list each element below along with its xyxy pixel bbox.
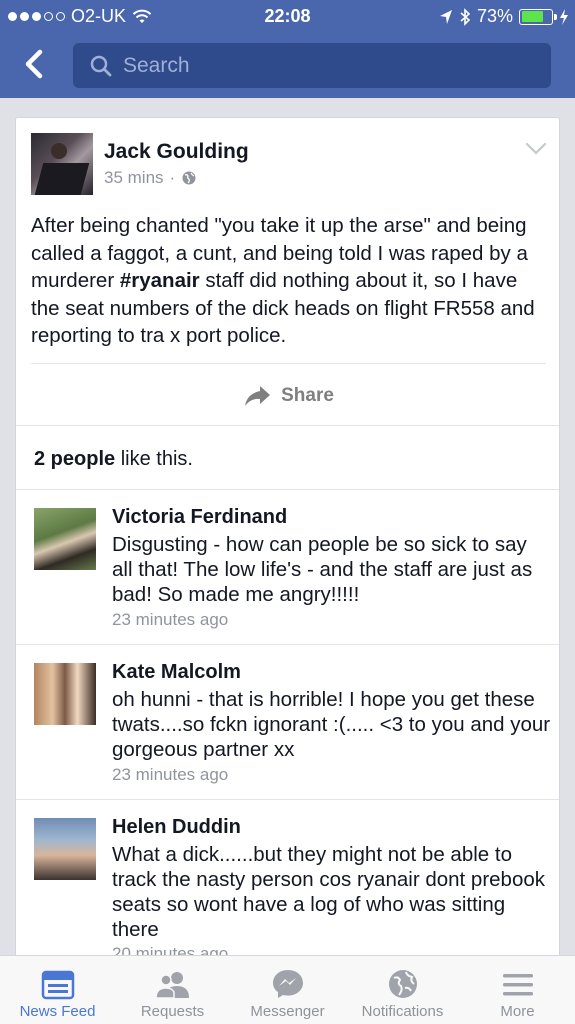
divider	[31, 363, 546, 364]
post-header	[31, 133, 93, 195]
post-card: Jack Goulding 35 mins · After being chan…	[15, 117, 560, 977]
meta-separator: ·	[169, 168, 176, 187]
post-meta: 35 mins ·	[104, 168, 197, 188]
tab-label: Messenger	[250, 1003, 325, 1020]
commenter-name[interactable]: Helen Duddin	[112, 816, 241, 839]
requests-icon	[154, 972, 189, 999]
notifications-icon	[388, 970, 417, 998]
top-header: O2-UK 22:08 73%	[0, 0, 575, 98]
search-bar[interactable]	[73, 43, 551, 88]
likes-suffix: like this.	[115, 448, 193, 470]
share-arrow-icon	[245, 386, 271, 406]
charging-icon	[560, 8, 568, 25]
tab-more[interactable]: More	[460, 956, 575, 1024]
post-body: After being chanted "you take it up the …	[31, 212, 551, 350]
commenter-avatar[interactable]	[34, 663, 96, 725]
nav-row	[0, 34, 575, 98]
back-chevron-icon[interactable]	[20, 46, 48, 82]
tab-label: Requests	[140, 1003, 205, 1020]
likes-count: 2 people	[34, 448, 116, 470]
likes-summary[interactable]: 2 people like this.	[34, 448, 193, 471]
bluetooth-icon	[460, 7, 471, 26]
battery-fill	[521, 11, 543, 22]
tab-notifications[interactable]: Notifications	[345, 956, 460, 1024]
comment-time[interactable]: 23 minutes ago	[112, 765, 228, 785]
commenter-name[interactable]: Victoria Ferdinand	[112, 506, 287, 529]
comment-text: oh hunni - that is horrible! I hope you …	[112, 688, 551, 761]
hashtag-link[interactable]: #ryanair	[120, 269, 200, 292]
tab-requests[interactable]: Requests	[115, 956, 230, 1024]
status-right: 73%	[439, 6, 569, 27]
author-avatar[interactable]	[31, 133, 93, 195]
status-bar: O2-UK 22:08 73%	[0, 0, 575, 34]
share-button[interactable]: Share	[16, 376, 559, 416]
comment-time[interactable]: 23 minutes ago	[112, 610, 228, 630]
messenger-icon	[272, 970, 303, 998]
comment-item: Victoria Ferdinand Disgusting - how can …	[16, 490, 559, 644]
search-input[interactable]	[123, 53, 523, 78]
commenter-name[interactable]: Kate Malcolm	[112, 661, 241, 684]
comment-text: What a dick......but they might not be a…	[112, 843, 546, 941]
comment-item: Helen Duddin What a dick......but they m…	[16, 800, 559, 976]
divider	[16, 425, 559, 426]
post-author-name[interactable]: Jack Goulding	[104, 140, 249, 164]
globe-icon	[182, 171, 196, 185]
commenter-avatar[interactable]	[34, 508, 96, 570]
comment-text: Disgusting - how can people be so sick t…	[112, 533, 533, 606]
bottom-tab-bar: News Feed Requests Messenger Notificatio…	[0, 955, 575, 1024]
share-label: Share	[281, 385, 334, 406]
tab-label: More	[500, 1003, 535, 1020]
location-arrow-icon	[439, 9, 452, 24]
post-options-chevron-icon[interactable]	[525, 142, 547, 156]
news-feed-icon	[41, 970, 74, 1000]
battery-icon	[519, 8, 557, 25]
post-time[interactable]: 35 mins	[104, 168, 164, 188]
tab-label: News Feed	[19, 1003, 96, 1020]
more-icon	[502, 974, 533, 996]
tab-label: Notifications	[361, 1003, 444, 1020]
search-icon	[90, 55, 112, 76]
comment-item: Kate Malcolm oh hunni - that is horrible…	[16, 645, 559, 799]
commenter-avatar[interactable]	[34, 818, 96, 880]
battery-percent: 73%	[476, 6, 513, 26]
tab-messenger[interactable]: Messenger	[230, 956, 345, 1024]
tab-news-feed[interactable]: News Feed	[0, 956, 115, 1024]
